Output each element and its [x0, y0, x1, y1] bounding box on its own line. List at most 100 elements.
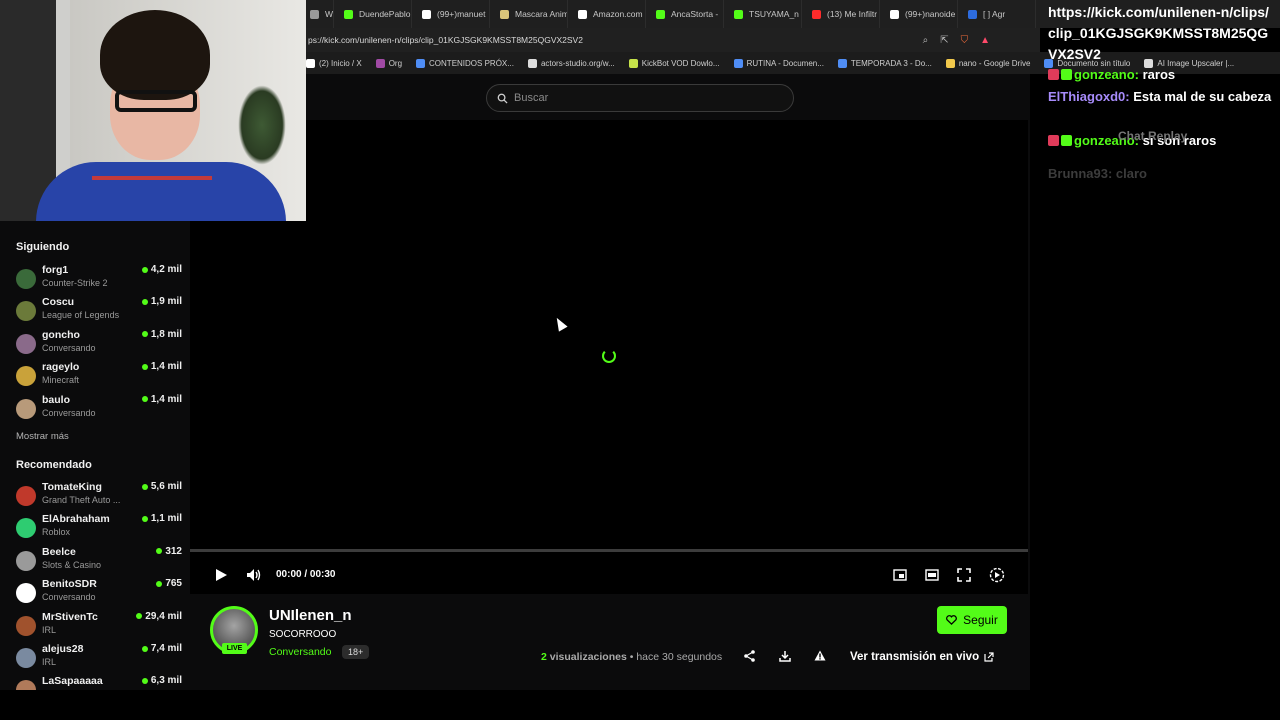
- channel-name: TomateKing: [42, 481, 102, 493]
- loading-spinner: [602, 349, 616, 363]
- live-dot-icon: [156, 580, 163, 587]
- viewer-count: 29,4 mil: [145, 610, 182, 622]
- bookmark-item[interactable]: nano - Google Drive: [940, 58, 1037, 68]
- stream-category[interactable]: Conversando: [269, 646, 331, 658]
- follow-button[interactable]: Seguir: [937, 606, 1007, 634]
- channel-avatar: [16, 398, 36, 419]
- chat-ghost-message: Brunna93: claro: [1048, 166, 1147, 178]
- download-icon: [779, 651, 791, 662]
- sidebar-channel[interactable]: TomateKing Grand Theft Auto ... 5,6 mil: [16, 481, 182, 511]
- tab-label: Amazon.com: [593, 9, 643, 19]
- sidebar-channel[interactable]: goncho Conversando 1,8 mil: [16, 329, 182, 359]
- viewer-count: 6,3 mil: [150, 675, 182, 687]
- share-button[interactable]: [744, 650, 755, 665]
- following-title: Siguiendo: [16, 241, 70, 253]
- download-button[interactable]: [779, 650, 791, 665]
- bookmark-item[interactable]: actors-studio.org/w...: [522, 58, 621, 68]
- sidebar-channel[interactable]: Coscu League of Legends 1,9 mil: [16, 296, 182, 326]
- brave-shield-icon[interactable]: ⛉: [961, 35, 969, 46]
- sidebar-channel[interactable]: ElAbrahaham Roblox 1,1 mil: [16, 513, 182, 543]
- channel-viewers: 5,6 mil: [141, 481, 182, 492]
- sidebar-channel[interactable]: MrStivenTc IRL 29,4 mil: [16, 611, 182, 641]
- time-display: 00:00 / 00:30: [276, 569, 336, 580]
- channel-category: Minecraft: [42, 375, 80, 386]
- bookmark-icon: [628, 58, 638, 68]
- browser-tab[interactable]: (13) Me Infiltr: [802, 0, 880, 28]
- sidebar-channel[interactable]: forg1 Counter-Strike 2 4,2 mil: [16, 264, 182, 294]
- live-badge: LIVE: [222, 643, 247, 654]
- search-icon: [497, 93, 508, 104]
- browser-tab[interactable]: DuendePablo: [334, 0, 412, 28]
- watch-live-button[interactable]: Ver transmisión en vivo: [840, 644, 1005, 670]
- browser-tab[interactable]: AncaStorta -: [646, 0, 724, 28]
- brave-rewards-icon[interactable]: ▲: [980, 35, 990, 46]
- browser-tab[interactable]: TSUYAMA_n: [724, 0, 802, 28]
- channel-category: League of Legends: [42, 310, 120, 321]
- channel-name: LaSapaaaaa: [42, 675, 103, 688]
- streamer-name[interactable]: UNIlenen_n: [269, 607, 352, 624]
- live-dot-icon: [141, 363, 148, 370]
- channel-category: Roblox: [42, 527, 71, 538]
- browser-tab[interactable]: [ ] Agr: [958, 0, 1036, 28]
- tab-favicon-icon: [968, 9, 977, 19]
- sidebar-channel[interactable]: alejus28 IRL 7,4 mil: [16, 643, 182, 673]
- pip-button[interactable]: [893, 566, 907, 584]
- channel-avatar: [16, 615, 36, 636]
- views-label: visualizaciones: [546, 651, 627, 663]
- sidebar: Siguiendo forg1 Counter-Strike 2 4,2 mil Co…: [0, 222, 190, 701]
- tab-favicon-icon: [578, 9, 587, 19]
- play-button[interactable]: [214, 566, 228, 584]
- chat-replay-label: Chat Replay: [1118, 129, 1188, 143]
- browser-tab[interactable]: Amazon.com: [568, 0, 646, 28]
- bookmark-label: actors-studio.org/w...: [540, 58, 615, 68]
- sidebar-channel[interactable]: BenitoSDR Conversando 765: [16, 578, 182, 608]
- browser-tab[interactable]: Mascara Anim: [490, 0, 568, 28]
- fullscreen-button[interactable]: [957, 566, 971, 584]
- progress-bar[interactable]: [190, 549, 1028, 552]
- volume-button[interactable]: [246, 566, 262, 584]
- zoom-icon[interactable]: ⌕: [923, 35, 929, 46]
- bookmark-item[interactable]: Org: [370, 58, 408, 68]
- report-button[interactable]: [814, 650, 826, 664]
- moderator-sword-icon: [1048, 69, 1059, 80]
- recommended-title: Recomendado: [16, 459, 92, 471]
- sidebar-channel[interactable]: Beelce Slots & Casino 312: [16, 546, 182, 576]
- chat-message: gonzeano: raros: [1048, 64, 1278, 86]
- bookmark-item[interactable]: TEMPORADA 3 - Do...: [832, 58, 938, 68]
- channel-viewers: 1,1 mil: [141, 513, 182, 524]
- bookmark-item[interactable]: RUTINA - Documen...: [728, 58, 830, 68]
- url-text[interactable]: ps://kick.com/unilenen-n/clips/clip_01KG…: [308, 35, 583, 45]
- browser-tab[interactable]: (99+)nanoide: [880, 0, 958, 28]
- show-more-link[interactable]: Mostrar más: [16, 431, 69, 442]
- watch-live-label: Ver transmisión en vivo: [850, 651, 980, 663]
- speed-icon: [989, 567, 1005, 583]
- webcam-glasses: [115, 90, 197, 112]
- bookmark-label: CONTENIDOS PRÓX...: [429, 58, 514, 68]
- tab-label: [ ] Agr: [983, 9, 1006, 19]
- bookmark-item[interactable]: CONTENIDOS PRÓX...: [410, 58, 520, 68]
- channel-name: Coscu: [42, 296, 75, 309]
- playback-speed-button[interactable]: [989, 566, 1005, 584]
- browser-tab[interactable]: (99+)manuet: [412, 0, 490, 28]
- channel-avatar: [16, 583, 36, 604]
- channel-viewers: 1,8 mil: [141, 329, 182, 340]
- search-input[interactable]: Buscar: [486, 84, 794, 112]
- bookmark-label: TEMPORADA 3 - Do...: [850, 58, 932, 68]
- tab-favicon-icon: [344, 9, 353, 19]
- sidebar-channel[interactable]: rageylo Minecraft 1,4 mil: [16, 361, 182, 391]
- tab-label: (13) Me Infiltr: [827, 9, 878, 19]
- tab-label: (99+)nanoide: [905, 9, 956, 19]
- taskbar-strip: [0, 690, 1280, 720]
- sidebar-channel[interactable]: baulo Conversando 1,4 mil: [16, 394, 182, 424]
- address-bar[interactable]: ps://kick.com/unilenen-n/clips/clip_01KG…: [300, 28, 1040, 52]
- fullscreen-icon: [957, 568, 971, 582]
- bookmark-item[interactable]: (2) Inicio / X: [300, 58, 368, 68]
- live-dot-icon: [141, 677, 148, 684]
- theater-mode-button[interactable]: [925, 566, 939, 584]
- share-icon[interactable]: ⇱: [940, 35, 948, 46]
- tab-favicon-icon: [890, 9, 899, 19]
- live-dot-icon: [141, 515, 148, 522]
- bookmark-item[interactable]: KickBot VOD Dowlo...: [623, 58, 726, 68]
- live-dot-icon: [141, 266, 148, 273]
- channel-viewers: 7,4 mil: [141, 643, 182, 654]
